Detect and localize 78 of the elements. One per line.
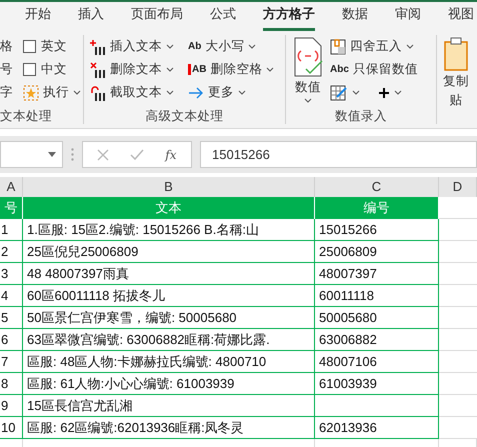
formula-field[interactable]: 15015266: [200, 141, 477, 168]
ribbon-button[interactable]: AB 删除空格: [188, 60, 274, 79]
ribbon-button[interactable]: 截取文本: [90, 83, 174, 102]
ribbon-tab[interactable]: 开始: [25, 1, 51, 31]
ribbon-button[interactable]: 删除文本: [90, 60, 174, 79]
ribbon-tab[interactable]: 页面布局: [131, 1, 183, 31]
checkbox[interactable]: [23, 40, 36, 53]
column-header[interactable]: D: [439, 177, 477, 197]
header-cell: 文本: [23, 197, 315, 219]
table-cell: 25006809: [315, 241, 439, 263]
table-cell: 3: [0, 263, 23, 285]
table-cell: 1: [0, 219, 23, 241]
table-cell: 60011118: [315, 285, 439, 307]
header-cell: 编号: [315, 197, 439, 219]
grip-icon: [71, 148, 74, 161]
table-cell: 48007397: [315, 263, 439, 285]
ribbon-label: 号: [0, 61, 13, 78]
table-cell: 2: [0, 241, 23, 263]
ribbon-tab[interactable]: 插入: [78, 1, 104, 31]
table-cell: 8: [0, 373, 23, 395]
table-cell: 區服: 61人物:小心心编號: 61003939: [23, 373, 315, 395]
table-cell: 61003939: [315, 373, 439, 395]
insert-text-icon: [90, 38, 106, 54]
table-cell: 60區60011118 拓拔冬儿: [23, 285, 315, 307]
ribbon-label: 格: [0, 38, 13, 55]
ribbon-button[interactable]: 更多: [188, 83, 274, 102]
table-cell: 25區倪兒25006809: [23, 241, 315, 263]
clipboard-icon: [443, 37, 469, 71]
table-cell: 5: [0, 307, 23, 329]
document-check-icon: [292, 37, 324, 77]
ribbon-tab[interactable]: 数据: [342, 1, 368, 31]
ribbon-button[interactable]: 数值: [292, 37, 324, 103]
checkbox-label: 英文: [41, 38, 67, 55]
table-cell: 10: [0, 417, 23, 439]
header-cell: 号: [0, 197, 23, 219]
table-cell: 48007106: [315, 351, 439, 373]
group-label: 文本处理: [0, 108, 53, 124]
table-cell: 6: [0, 329, 23, 351]
dropdown-icon: [48, 152, 56, 157]
function-button[interactable]: fx: [165, 148, 177, 162]
table-cell: 50005680: [315, 307, 439, 329]
ribbon-label: 字: [0, 84, 13, 101]
table-cell: 15區長信宫尤乱湘: [23, 395, 315, 417]
enter-icon: [130, 148, 144, 160]
ribbon-button[interactable]: 四舍五入: [330, 37, 418, 56]
ribbon-button[interactable]: 复制 贴: [443, 37, 469, 109]
ribbon-tab[interactable]: 审阅: [395, 1, 421, 31]
group-label: 数值录入: [334, 108, 388, 124]
table-cell: 1.區服: 15區2.编號: 15015266 B.名稱:山: [23, 219, 315, 241]
table-cell: 63區翠微宫编號: 63006882眶稱:荷娜比露.: [23, 329, 315, 351]
ribbon-button[interactable]: 插入文本: [90, 37, 174, 56]
table-cell: 7: [0, 351, 23, 373]
group-label: 高级文本处理: [144, 108, 224, 124]
ribbon-button[interactable]: [330, 83, 360, 102]
table-cell: 9: [0, 395, 23, 417]
table-icon: [330, 38, 346, 54]
table-edit-icon: [330, 84, 348, 100]
ribbon-button[interactable]: 执行: [23, 83, 81, 102]
checkbox[interactable]: [23, 63, 36, 76]
delete-text-icon: [90, 62, 106, 78]
table-cell: 50區景仁宫伊寒雪，编號: 50005680: [23, 307, 315, 329]
table-cell: 4: [0, 285, 23, 307]
table-cell: 區服: 62區编號:62013936眶稱:凤冬灵: [23, 417, 315, 439]
ribbon-button[interactable]: Ab 大小写: [188, 37, 274, 56]
cancel-icon: [97, 148, 110, 160]
table-cell: 48 48007397雨真: [23, 263, 315, 285]
table-cell: 15015266: [315, 219, 439, 241]
arrow-icon: [188, 84, 204, 100]
ribbon-tab[interactable]: 视图: [448, 1, 474, 31]
ribbon-button[interactable]: Abc 只保留数值: [330, 60, 418, 79]
extract-text-icon: [90, 84, 106, 100]
checkbox-label: 中文: [41, 61, 67, 78]
table-cell: 63006882: [315, 329, 439, 351]
table-cell: 62013936: [315, 417, 439, 439]
ribbon-tab[interactable]: 公式: [210, 1, 236, 31]
table-cell: 區服: 48區人物:卡娜赫拉氏编號: 4800710: [23, 351, 315, 373]
plus-icon: [378, 86, 390, 98]
star-icon: [23, 84, 39, 100]
